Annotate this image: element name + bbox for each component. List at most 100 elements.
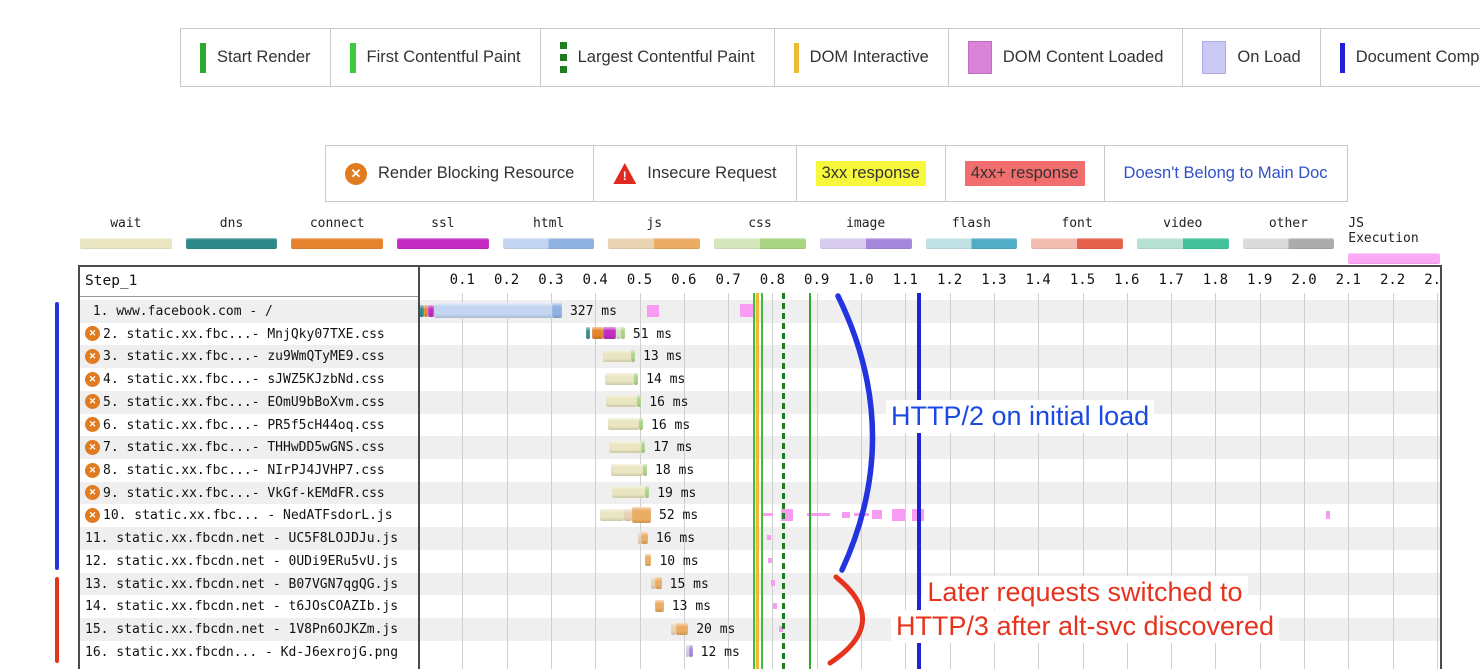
request-label: 7. static.xx.fbc...- THHwDD5wGNS.css — [103, 440, 385, 455]
bar-segment-css2 — [634, 373, 638, 385]
legend-start-render: Start Render — [181, 29, 330, 86]
phase-swatch — [714, 238, 806, 249]
duration-label: 16 ms — [651, 418, 690, 433]
duration-label: 14 ms — [646, 372, 685, 387]
legend-doesnt-belong-link[interactable]: Doesn't Belong to Main Doc — [1104, 146, 1347, 201]
bar-segment-image2 — [689, 645, 693, 657]
js-execution-mark — [892, 509, 904, 521]
legend-label: On Load — [1237, 48, 1300, 67]
phase-swatch — [926, 238, 1018, 249]
bar-segment-css2 — [631, 350, 635, 362]
document-complete-icon — [1340, 43, 1345, 73]
phase-label: dns — [220, 216, 243, 231]
request-label: 8. static.xx.fbc...- NIrPJ4JVHP7.css — [103, 463, 385, 478]
axis-tick-label: 1.6 — [1109, 272, 1145, 288]
row-stripe — [80, 300, 1440, 323]
gridline — [640, 293, 641, 669]
phase-video: video — [1137, 216, 1229, 264]
render-blocking-icon: ✕ — [85, 417, 100, 432]
duration-label: 327 ms — [570, 304, 617, 319]
legend-document-complete: Document Complete — [1320, 29, 1480, 86]
phase-image: image — [820, 216, 912, 264]
gridline — [817, 293, 818, 669]
gridline — [551, 293, 552, 669]
http3-group-bracket — [55, 577, 59, 663]
bar-segment-wait — [612, 486, 644, 498]
bar-segment-html2 — [552, 303, 562, 318]
axis-tick-label: 0.6 — [666, 272, 702, 288]
dom-interactive-icon — [794, 43, 799, 73]
bar-segment-css2 — [621, 327, 625, 339]
render-blocking-icon: ✕ — [85, 463, 100, 478]
request-label: 1. www.facebook.com - / — [85, 304, 273, 319]
phase-label: image — [846, 216, 885, 231]
request-label: 11. static.xx.fbcdn.net - UC5F8LOJDJu.js — [85, 531, 398, 546]
start-render-icon — [200, 43, 206, 73]
duration-label: 19 ms — [657, 486, 696, 501]
on-load-icon — [1202, 41, 1226, 74]
phase-label: js — [646, 216, 662, 231]
phase-swatch — [80, 238, 172, 249]
js-execution-mark — [647, 305, 659, 317]
duration-label: 12 ms — [701, 645, 740, 660]
bar-segment-js2 — [641, 532, 648, 544]
request-label: 12. static.xx.fbcdn.net - 0UDi9ERu5vU.js — [85, 554, 398, 569]
bar-segment-wait — [605, 373, 634, 385]
request-label: 10. static.xx.fbc... - NedATFsdorL.js — [103, 508, 393, 523]
phase-swatch — [1137, 238, 1229, 249]
js-execution-mark — [767, 535, 771, 540]
bar-segment-js2 — [655, 600, 664, 612]
bar-segment-js2 — [645, 554, 652, 566]
axis-tick-label: 0.9 — [799, 272, 835, 288]
paint-line — [809, 293, 812, 669]
largest-contentful-paint-line — [782, 293, 785, 669]
axis-tick-label: 0.5 — [622, 272, 658, 288]
gridline — [595, 293, 596, 669]
3xx-response-badge: 3xx response — [816, 161, 926, 186]
axis-tick-label: 2.1 — [1330, 272, 1366, 288]
axis-tick-label: 1.7 — [1153, 272, 1189, 288]
phase-connect: connect — [291, 216, 383, 264]
gridline — [728, 293, 729, 669]
4xx-response-badge: 4xx+ response — [965, 161, 1085, 186]
gridline — [1393, 293, 1394, 669]
legend-label: First Contentful Paint — [367, 48, 521, 67]
bar-segment-css2 — [643, 464, 647, 476]
phase-label: flash — [952, 216, 991, 231]
gridline — [1348, 293, 1349, 669]
phase-swatch — [397, 238, 489, 249]
duration-label: 15 ms — [670, 577, 709, 592]
phase-label: connect — [310, 216, 365, 231]
bar-segment-css2 — [639, 418, 643, 430]
bar-segment-connect — [592, 327, 603, 339]
phase-swatch — [608, 238, 700, 249]
request-label: 4. static.xx.fbc...- sJWZ5KJzbNd.css — [103, 372, 385, 387]
legend-label: DOM Content Loaded — [1003, 48, 1164, 67]
phase-swatch — [291, 238, 383, 249]
phase-label: wait — [110, 216, 141, 231]
phase-label: other — [1269, 216, 1308, 231]
phase-swatch — [1031, 238, 1123, 249]
phase-swatch — [503, 238, 595, 249]
bar-segment-ssl — [428, 305, 433, 317]
request-label: 16. static.xx.fbcdn... - Kd-J6exrojG.png — [85, 645, 398, 660]
bar-segment-wait — [603, 350, 631, 362]
js-execution-mark — [842, 512, 850, 518]
request-label: 9. static.xx.fbc...- VkGf-kEMdFR.css — [103, 486, 385, 501]
request-label: 15. static.xx.fbcdn.net - 1V8Pn6OJKZm.js — [85, 622, 398, 637]
bar-segment-wait — [600, 509, 624, 521]
js-execution-mark — [768, 558, 772, 563]
legend-first-contentful-paint: First Contentful Paint — [330, 29, 540, 86]
gridline — [462, 293, 463, 669]
bar-segment-dns — [586, 327, 590, 339]
phase-color-key: waitdnsconnectsslhtmljscssimageflashfont… — [80, 216, 1440, 264]
bar-segment-wait — [609, 441, 640, 453]
duration-label: 13 ms — [643, 349, 682, 364]
axis-tick-label: 2.2 — [1375, 272, 1411, 288]
js-execution-mark — [773, 603, 777, 609]
first-contentful-paint-icon — [350, 43, 356, 73]
bar-segment-css2 — [637, 395, 641, 407]
request-label: 3. static.xx.fbc...- zu9WmQTyME9.css — [103, 349, 385, 364]
annotation-http2: HTTP/2 on initial load — [886, 400, 1154, 433]
dom-content-loaded-icon — [968, 41, 992, 74]
